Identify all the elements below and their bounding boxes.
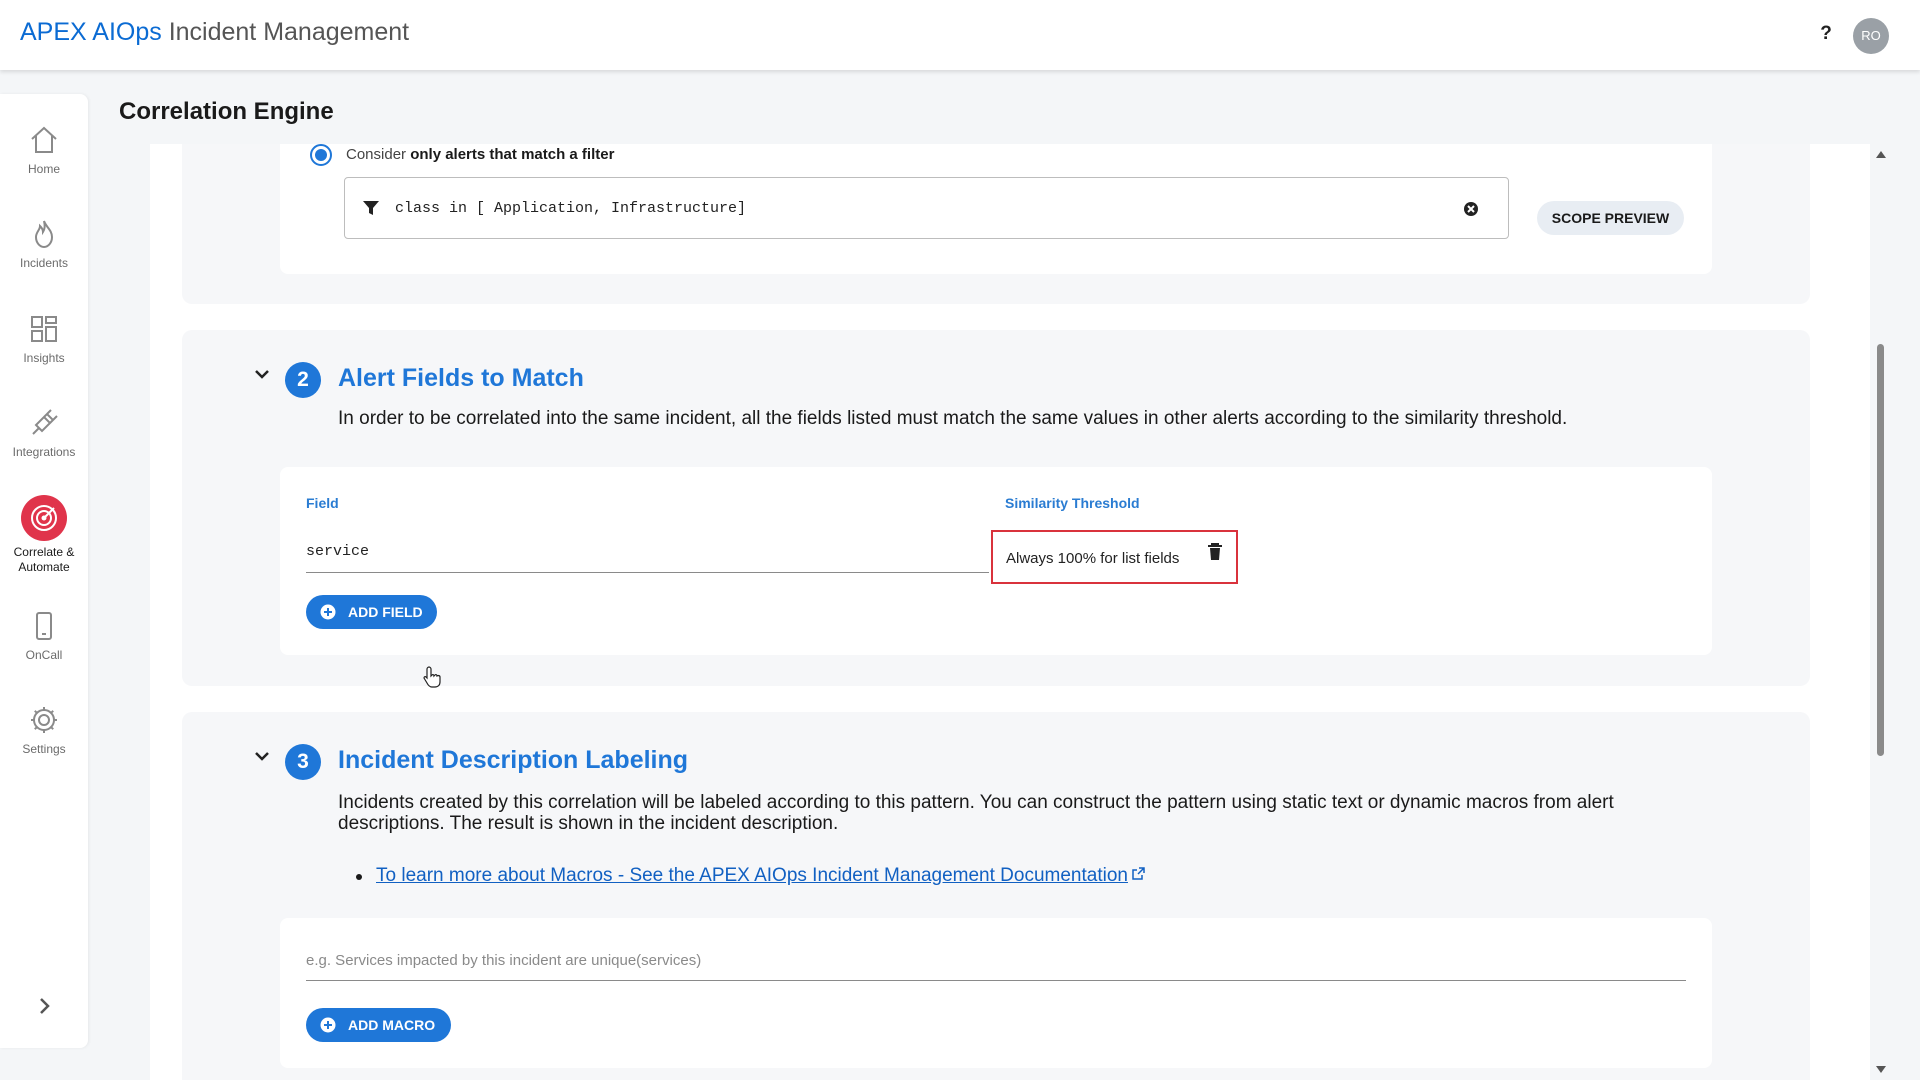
sidebar-item-label: Settings bbox=[22, 742, 66, 756]
grid-icon bbox=[31, 316, 57, 342]
app-title[interactable]: APEX AIOps Incident Management bbox=[20, 18, 409, 47]
macros-doc-link-text: To learn more about Macros - See the APE… bbox=[376, 865, 1128, 886]
field-underline bbox=[306, 572, 989, 573]
similarity-threshold: Always 100% for list fields bbox=[991, 530, 1238, 584]
scroll-down-icon[interactable] bbox=[1876, 1066, 1886, 1074]
col-field-header: Field bbox=[306, 495, 339, 511]
field-value[interactable]: service bbox=[306, 543, 369, 560]
add-macro-button[interactable]: ADD MACRO bbox=[306, 1008, 451, 1042]
flame-icon bbox=[34, 220, 54, 249]
filter-radio-label[interactable]: Consider only alerts that match a filter bbox=[346, 146, 614, 163]
filter-icon bbox=[363, 201, 379, 215]
sidebar-item-label: Correlate & Automate bbox=[13, 545, 75, 574]
trash-icon[interactable] bbox=[1207, 543, 1223, 561]
sidebar-item-correlate-automate[interactable]: Correlate & Automate bbox=[0, 495, 88, 575]
description-pattern-input[interactable]: e.g. Services impacted by this incident … bbox=[306, 952, 701, 969]
sidebar: Home Incidents Insights Integrations Cor… bbox=[0, 94, 88, 1048]
vertical-scrollbar[interactable] bbox=[1872, 144, 1890, 1080]
sidebar-item-incidents[interactable]: Incidents bbox=[0, 218, 88, 271]
plug-icon bbox=[32, 409, 58, 435]
threshold-value: Always 100% for list fields bbox=[1006, 550, 1180, 567]
filter-input[interactable]: class in [ Application, Infrastructure] bbox=[344, 177, 1509, 239]
chevron-right-icon[interactable] bbox=[32, 994, 56, 1018]
radio-label-bold: only alerts that match a filter bbox=[410, 146, 615, 163]
target-icon bbox=[21, 495, 67, 541]
scope-panel: Consider only alerts that match a filter… bbox=[182, 144, 1810, 304]
section-title: Incident Description Labeling bbox=[338, 746, 689, 774]
input-underline bbox=[306, 980, 1686, 981]
scroll-thumb[interactable] bbox=[1877, 344, 1884, 756]
page-title: Correlation Engine bbox=[119, 98, 334, 125]
sidebar-item-label: Home bbox=[27, 162, 60, 176]
sidebar-item-label: Insights bbox=[23, 351, 65, 365]
section-description-line2: descriptions. The result is shown in the… bbox=[338, 813, 839, 834]
brand-primary: APEX AIOps bbox=[20, 18, 162, 46]
sidebar-item-oncall[interactable]: OnCall bbox=[0, 610, 88, 663]
add-field-button[interactable]: ADD FIELD bbox=[306, 595, 437, 629]
hand-cursor-icon bbox=[423, 666, 441, 688]
sidebar-item-insights[interactable]: Insights bbox=[0, 313, 88, 366]
brand-secondary: Incident Management bbox=[161, 18, 410, 46]
external-link-icon bbox=[1132, 867, 1145, 880]
plus-circle-icon bbox=[320, 1017, 336, 1033]
avatar[interactable]: RO bbox=[1853, 18, 1889, 54]
section-number: 2 bbox=[285, 362, 321, 398]
scope-card: Consider only alerts that match a filter… bbox=[280, 144, 1712, 274]
sidebar-item-integrations[interactable]: Integrations bbox=[0, 407, 88, 460]
scroll-up-icon[interactable] bbox=[1876, 150, 1886, 158]
sidebar-item-label: Incidents bbox=[19, 256, 69, 270]
help-button[interactable]: ? bbox=[1815, 20, 1837, 48]
sidebar-item-home[interactable]: Home bbox=[0, 124, 88, 177]
main-content: Consider only alerts that match a filter… bbox=[150, 144, 1870, 1080]
macro-card: e.g. Services impacted by this incident … bbox=[280, 918, 1712, 1068]
description-labeling-panel: 3 Incident Description Labeling Incident… bbox=[182, 712, 1810, 1080]
scope-preview-button[interactable]: SCOPE PREVIEW bbox=[1537, 201, 1684, 235]
sidebar-item-label: Integrations bbox=[12, 445, 76, 459]
section-description: In order to be correlated into the same … bbox=[338, 408, 1568, 429]
macros-doc-link[interactable]: To learn more about Macros - See the APE… bbox=[376, 865, 1145, 887]
section-description-line1: Incidents created by this correlation wi… bbox=[338, 792, 1614, 813]
fields-card: Field Similarity Threshold service Alway… bbox=[280, 467, 1712, 655]
collapse-chevron-icon[interactable] bbox=[254, 748, 270, 764]
home-icon bbox=[31, 126, 57, 153]
phone-icon bbox=[36, 612, 52, 640]
plus-circle-icon bbox=[320, 604, 336, 620]
collapse-chevron-icon[interactable] bbox=[254, 366, 270, 382]
sidebar-item-label: OnCall bbox=[25, 648, 63, 662]
filter-radio[interactable] bbox=[310, 144, 332, 166]
alert-fields-panel: 2 Alert Fields to Match In order to be c… bbox=[182, 330, 1810, 686]
scope-content: Consider only alerts that match a filter… bbox=[280, 144, 1712, 274]
radio-label-prefix: Consider bbox=[346, 146, 411, 163]
top-bar: APEX AIOps Incident Management ? RO bbox=[0, 0, 1920, 70]
section-number: 3 bbox=[285, 744, 321, 780]
add-field-label: ADD FIELD bbox=[348, 604, 423, 620]
bullet bbox=[356, 874, 362, 880]
clear-filter-icon[interactable] bbox=[1463, 201, 1479, 217]
filter-value: class in [ Application, Infrastructure] bbox=[395, 200, 747, 217]
col-threshold-header: Similarity Threshold bbox=[1005, 495, 1140, 511]
add-macro-label: ADD MACRO bbox=[348, 1017, 436, 1033]
section-title: Alert Fields to Match bbox=[338, 364, 584, 392]
sidebar-item-settings[interactable]: Settings bbox=[0, 704, 88, 757]
gear-icon bbox=[31, 707, 57, 733]
